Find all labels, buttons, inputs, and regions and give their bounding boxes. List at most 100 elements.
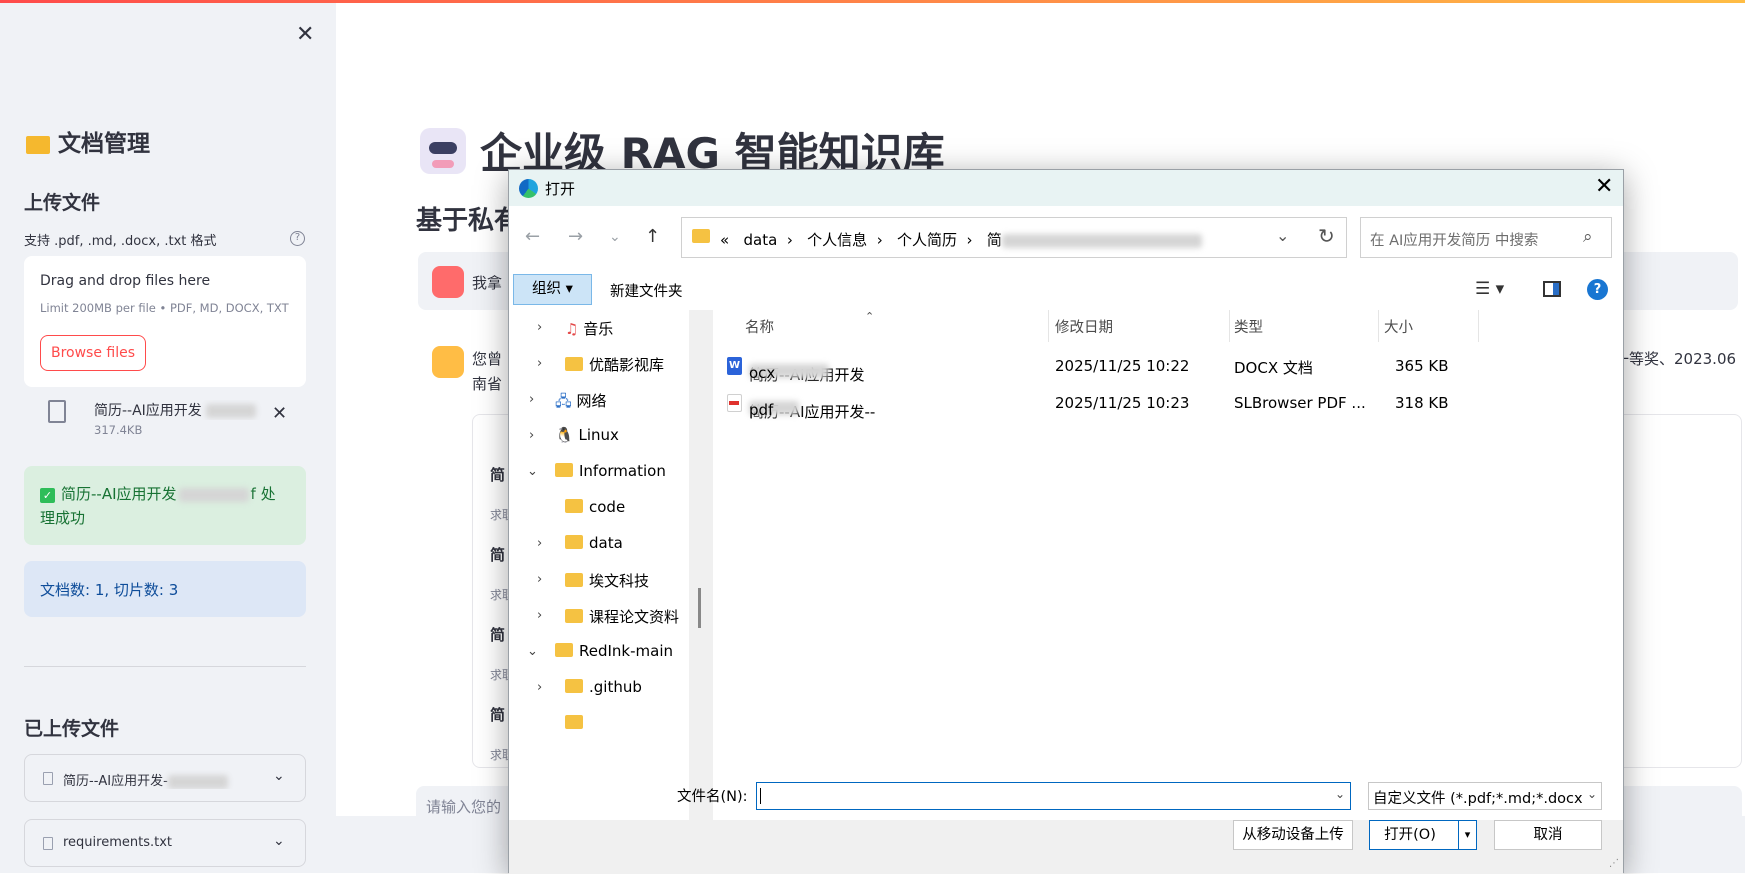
up-arrow-icon[interactable]: ↑ [645,226,660,247]
uploaded-file-size: 317.4KB [94,423,143,437]
document-icon [43,837,53,850]
remove-file-icon[interactable]: ✕ [272,403,287,424]
breadcrumb-resume[interactable]: 个人简历 [897,231,957,249]
breadcrumb-overflow[interactable]: « [720,231,729,249]
upload-heading: 上传文件 [24,192,101,214]
recent-locations-icon[interactable]: ⌄ [609,229,621,245]
forward-arrow-icon[interactable]: → [568,226,583,247]
dropzone-limit: Limit 200MB per file • PDF, MD, DOCX, TX… [40,301,289,315]
tree-item-course[interactable]: › 课程论文资料 [537,606,679,627]
robot-icon [420,128,466,174]
assistant-reply-line2: 南省 [472,375,503,393]
column-separator [1048,310,1049,342]
browse-files-button[interactable]: Browse files [40,335,146,371]
source-title: 简 [490,706,506,724]
filetype-select[interactable]: 自定义文件 (*.pdf;*.md;*.docx ⌄ [1368,782,1602,810]
new-folder-button[interactable]: 新建文件夹 [610,280,683,301]
dialog-titlebar: 打开 ✕ [509,170,1623,206]
folder-icon [565,499,583,513]
breadcrumb-current[interactable]: 简 [987,231,1002,249]
tree-scrollbar[interactable] [689,310,713,820]
file-date: 2025/11/25 10:23 [1055,394,1190,412]
open-dropdown-icon[interactable]: ▾ [1458,821,1476,849]
dialog-title: 打开 [545,180,576,198]
column-name[interactable]: 名称 [745,316,774,337]
uploaded-file-expander-2[interactable]: requirements.txt ⌄ [24,819,306,867]
view-options-icon[interactable]: ☰ ▾ [1475,279,1504,299]
tree-item-information[interactable]: ⌄ Information [527,462,666,480]
resize-grip-icon[interactable]: ⋰ [1609,858,1619,869]
file-size: 365 KB [1395,357,1449,375]
help-icon[interactable]: ? [1587,279,1608,300]
file-size: 318 KB [1395,394,1449,412]
linux-penguin-icon: 🐧 [555,426,574,444]
source-title: 简 [490,466,506,484]
column-size[interactable]: 大小 [1384,316,1413,337]
tree-item-aiwen[interactable]: › 埃文科技 [537,570,649,591]
tree-item-redink[interactable]: ⌄ RedInk-main [527,642,673,660]
search-box[interactable]: 在 AI应用开发简历 中搜索 ⌕ [1360,217,1612,258]
scroll-thumb[interactable] [698,588,701,628]
upload-from-mobile-button[interactable]: 从移动设备上传 [1233,820,1353,850]
help-icon[interactable]: ? [290,231,305,246]
chevron-down-icon[interactable]: ⌄ [1276,226,1289,245]
filename-label: 文件名(N): [677,789,748,805]
document-icon [43,772,53,785]
open-button-label: 打开(O) [1384,827,1436,843]
open-button[interactable]: 打开(O) ▾ [1369,820,1477,850]
search-icon: ⌕ [1583,227,1593,247]
file-row[interactable]: W 简历--AI应用开发ocx 2025/11/25 10:22 DOCX 文档… [727,350,1607,384]
chevron-down-icon[interactable]: ⌄ [1335,787,1345,801]
network-icon: 🖧 [555,392,572,410]
dialog-toolbar: 组织 ▾ 新建文件夹 ☰ ▾ ? [509,270,1623,310]
tree-item-data[interactable]: › data [537,534,623,552]
column-separator [1378,310,1379,342]
uploaded-files-heading: 已上传文件 [24,718,120,740]
column-separator [1229,310,1230,342]
column-date[interactable]: 修改日期 [1055,316,1113,337]
breadcrumb-data[interactable]: data [744,231,778,249]
sidebar-title-text: 文档管理 [58,131,150,157]
organize-button[interactable]: 组织 ▾ [513,274,592,305]
preview-pane-icon[interactable] [1543,281,1561,297]
tree-item-github[interactable]: › .github [537,678,642,696]
close-dialog-icon[interactable]: ✕ [1595,174,1613,199]
breadcrumb-personal[interactable]: 个人信息 [807,231,867,249]
tree-item-music[interactable]: › ♫ 音乐 [537,318,613,339]
tree-item-youku[interactable]: › 优酷影视库 [537,354,664,375]
pdf-document-icon [727,394,742,412]
sort-up-icon: ⌃ [865,310,875,323]
assistant-reply-tail: 一等奖、2023.06 [1614,350,1737,368]
column-type[interactable]: 类型 [1234,316,1263,337]
uploaded-file-name: 简历--AI应用开发 [94,400,274,420]
file-row[interactable]: 简历--AI应用开发-- pdf 2025/11/25 10:23 SLBrows… [727,387,1607,421]
check-icon: ✓ [40,488,55,503]
folder-icon [565,679,583,693]
folder-icon [565,357,583,371]
address-bar[interactable]: « data › 个人信息 › 个人简历 › 简 ⌄ ↻ [681,217,1347,258]
assistant-avatar [432,346,464,378]
uploaded-file-expander-1[interactable]: 简历--AI应用开发- ⌄ [24,754,306,802]
music-icon: ♫ [565,320,579,338]
cancel-button[interactable]: 取消 [1494,820,1602,850]
tree-item-code[interactable]: code [537,498,625,516]
search-input[interactable]: 在 AI应用开发简历 中搜索 [1370,229,1538,250]
word-document-icon: W [727,357,742,375]
sidebar-divider [24,666,306,667]
file-dropzone[interactable]: Drag and drop files here Limit 200MB per… [24,256,306,387]
tree-item-network[interactable]: › 🖧 网络 [529,390,607,416]
filename-input[interactable]: ⌄ [756,782,1351,810]
expander-label: requirements.txt [63,835,173,850]
folder-icon [565,535,583,549]
tree-item-linux[interactable]: › 🐧 Linux [529,426,619,444]
close-sidebar-icon[interactable]: ✕ [296,22,314,47]
success-text-start: 简历--AI应用开发 [61,485,177,503]
user-message-text: 我拿 [472,274,503,292]
uploaded-file-row: 简历--AI应用开发 317.4KB ✕ [24,392,306,444]
refresh-icon[interactable]: ↻ [1318,224,1335,248]
folder-icon [565,715,583,729]
column-separator [1478,310,1479,342]
back-arrow-icon[interactable]: ← [525,226,540,247]
sidebar: ✕ 文档管理 上传文件 支持 .pdf, .md, .docx, .txt 格式… [0,0,336,873]
folder-icon [565,609,583,623]
